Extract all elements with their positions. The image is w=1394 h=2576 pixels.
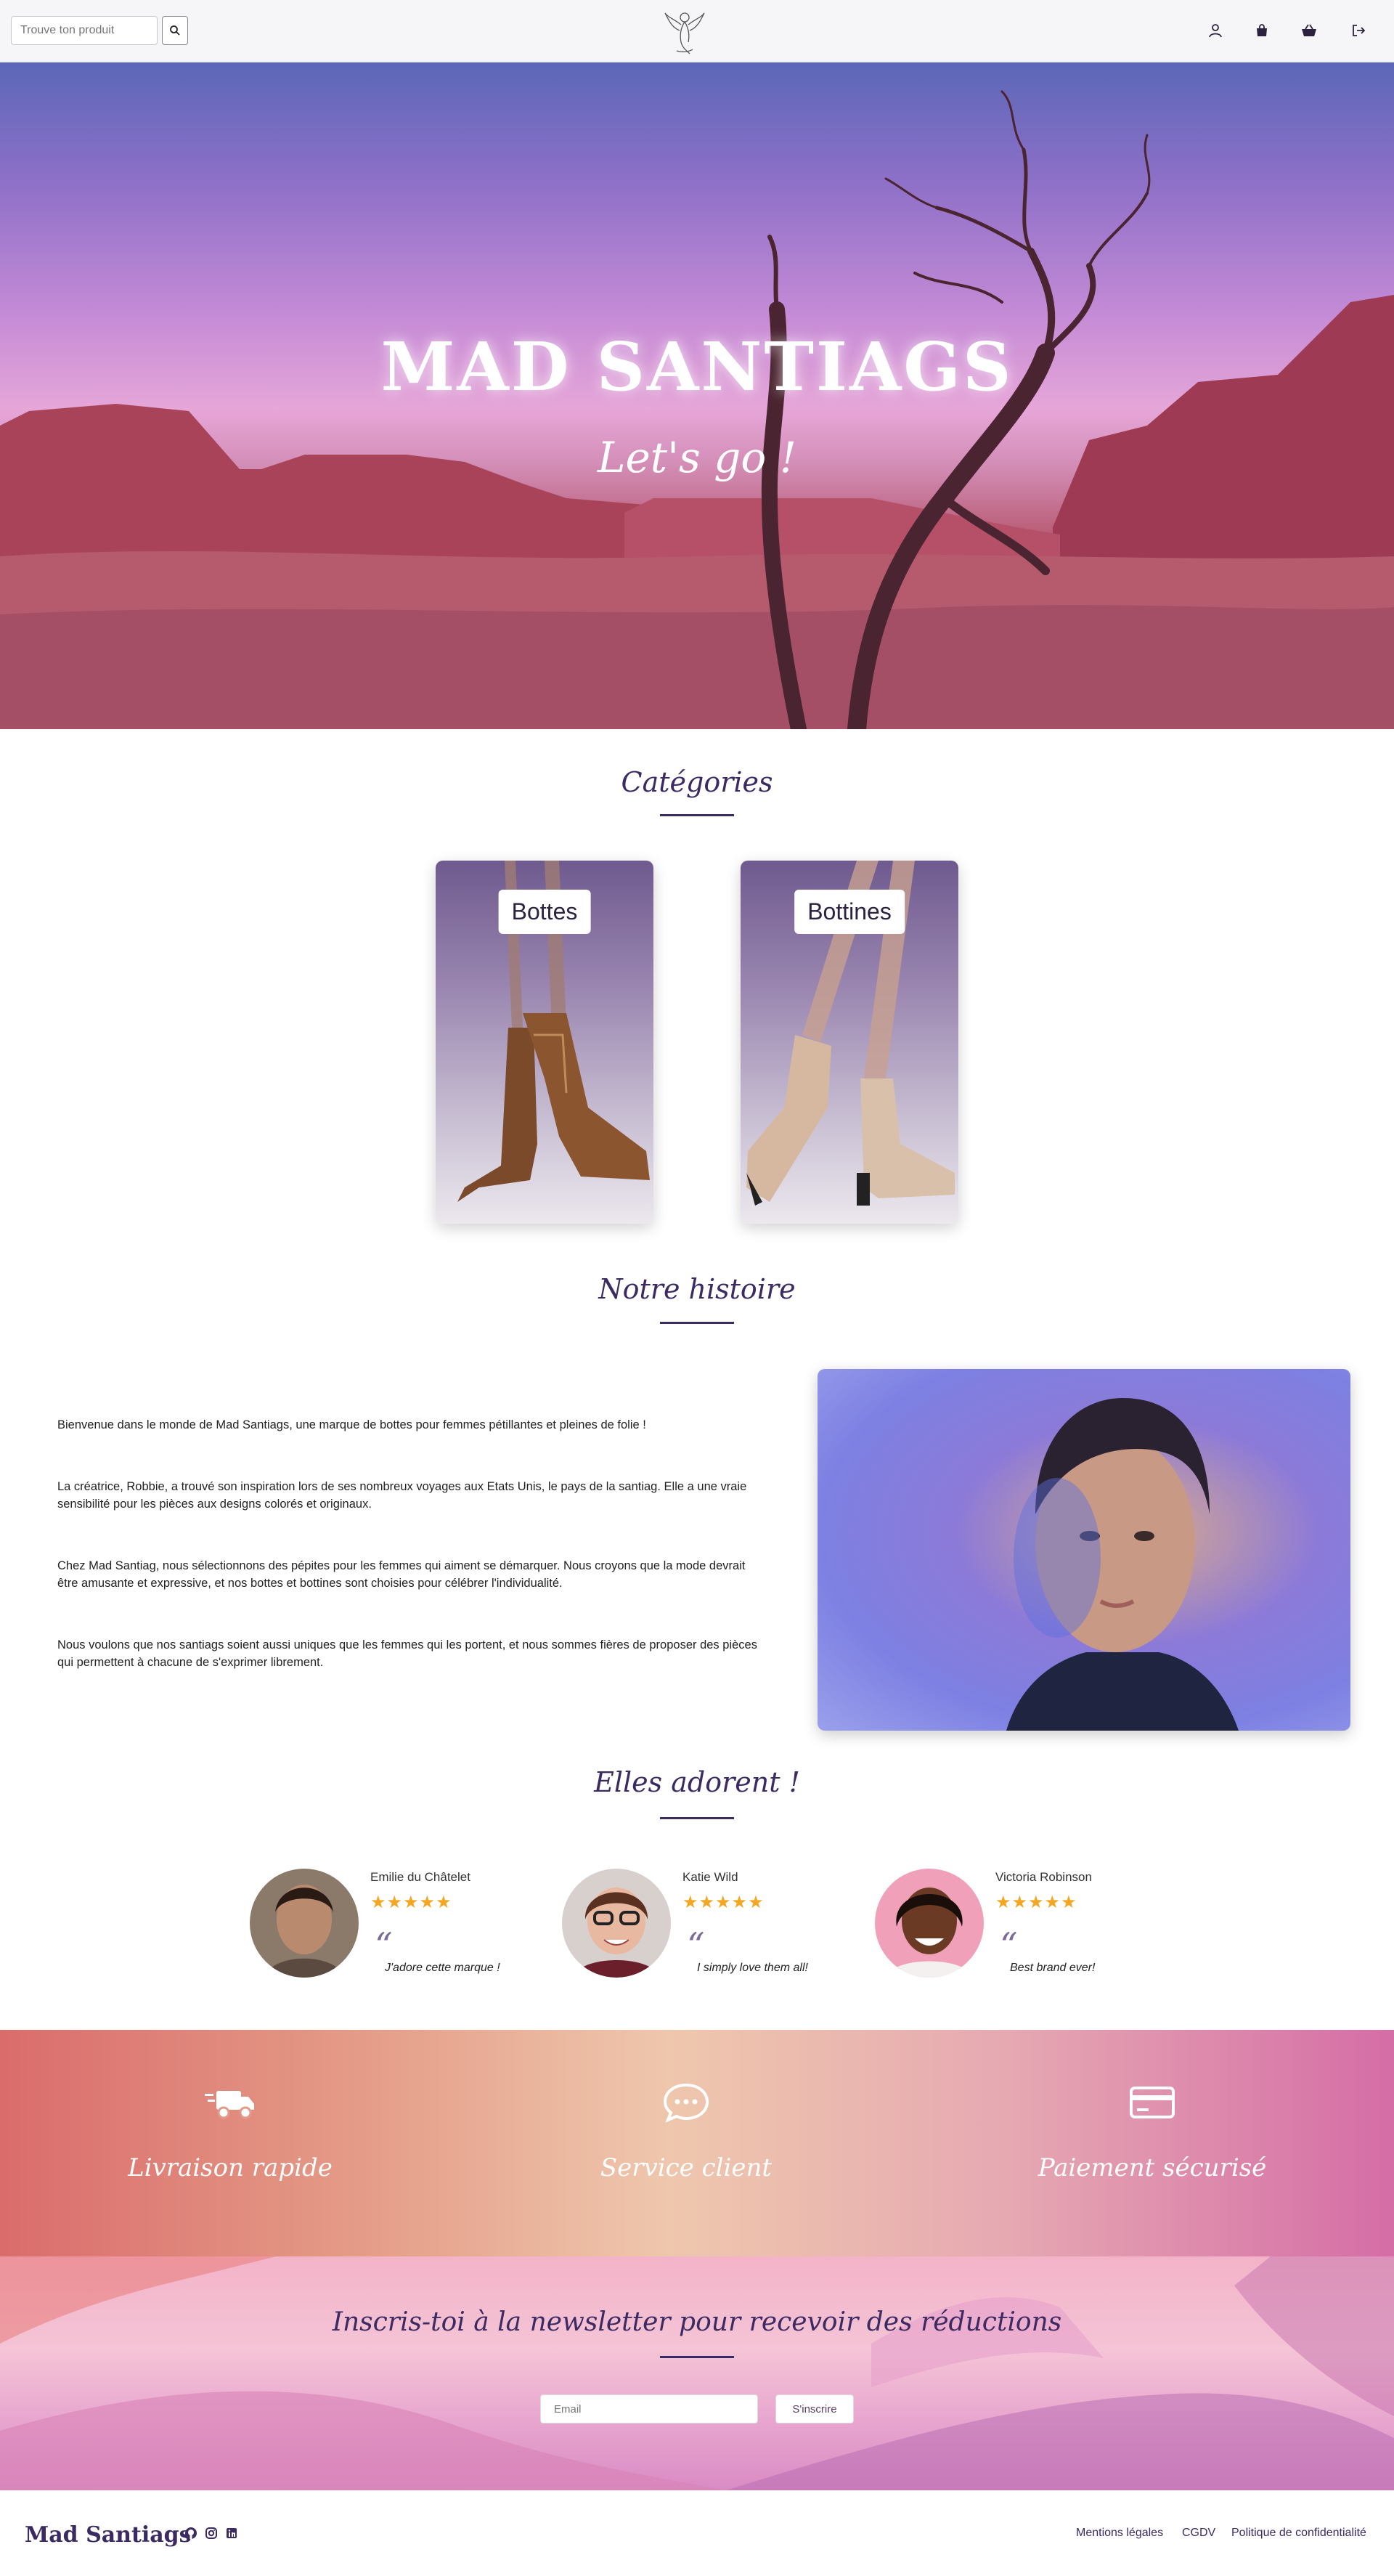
star-rating: ★★★★★ xyxy=(682,1893,765,1912)
features-band: Livraison rapide Service client Paiement… xyxy=(0,2030,1394,2256)
quote-icon: “ xyxy=(1000,1925,1018,1966)
github-icon[interactable] xyxy=(184,2527,197,2540)
feature-customer-service: Service client xyxy=(541,2030,831,2256)
site-footer: Mad Santiags Mentions légales CGDV Polit… xyxy=(0,2490,1394,2576)
review-card: Victoria Robinson ★★★★★ “ Best brand eve… xyxy=(875,1869,1165,1985)
story-paragraph: La créatrice, Robbie, a trouvé son inspi… xyxy=(57,1480,747,1511)
quote-icon: “ xyxy=(687,1925,705,1966)
search-icon xyxy=(170,25,180,36)
hero-title: MAD SANTIAGS xyxy=(380,328,1014,406)
hero-banner: MAD SANTIAGS Let's go ! xyxy=(0,62,1394,729)
title-underline xyxy=(660,814,734,816)
star-rating: ★★★★★ xyxy=(995,1893,1077,1912)
chat-icon xyxy=(663,2083,709,2123)
footer-link-privacy[interactable]: Politique de confidentialité xyxy=(1231,2527,1366,2540)
newsletter-section: Inscris-toi à la newsletter pour recevoi… xyxy=(0,2256,1394,2490)
review-text: I simply love them all! xyxy=(697,1962,808,1974)
categories-title: Catégories xyxy=(621,766,773,798)
bag-icon xyxy=(1257,24,1267,36)
story-title: Notre histoire xyxy=(598,1273,796,1305)
category-card-bottes[interactable]: Bottes xyxy=(436,861,653,1224)
title-underline xyxy=(660,2356,734,2358)
cart-button[interactable] xyxy=(1296,17,1322,44)
feature-label: Paiement sécurisé xyxy=(1038,2153,1267,2182)
account-button[interactable] xyxy=(1202,17,1228,44)
reviewer-name: Victoria Robinson xyxy=(995,1870,1092,1884)
logout-icon xyxy=(1353,25,1366,36)
founder-portrait-image xyxy=(818,1369,1350,1731)
email-field[interactable] xyxy=(540,2394,758,2423)
logout-button[interactable] xyxy=(1345,17,1371,44)
avatar xyxy=(875,1869,984,1978)
orders-button[interactable] xyxy=(1249,17,1275,44)
feature-secure-payment: Paiement sécurisé xyxy=(1007,2030,1297,2256)
footer-link-cgdv[interactable]: CGDV xyxy=(1182,2527,1215,2540)
feature-label: Livraison rapide xyxy=(128,2153,333,2182)
footer-link-legal[interactable]: Mentions légales xyxy=(1076,2527,1163,2540)
avatar xyxy=(250,1869,359,1978)
category-label: Bottes xyxy=(498,890,591,934)
newsletter-title: Inscris-toi à la newsletter pour recevoi… xyxy=(332,2307,1062,2337)
site-header xyxy=(0,0,1394,62)
avatar xyxy=(562,1869,671,1978)
review-text: Best brand ever! xyxy=(1010,1962,1096,1974)
credit-card-icon xyxy=(1130,2087,1175,2118)
linkedin-icon[interactable] xyxy=(225,2527,238,2540)
star-rating: ★★★★★ xyxy=(370,1893,452,1912)
story-paragraph: Bienvenue dans le monde de Mad Santiags,… xyxy=(57,1418,646,1431)
review-card: Katie Wild ★★★★★ “ I simply love them al… xyxy=(562,1869,852,1985)
footer-brand: Mad Santiags xyxy=(25,2522,192,2548)
logo-angel-icon[interactable] xyxy=(659,6,710,57)
search-button[interactable] xyxy=(162,16,188,45)
reviewer-name: Emilie du Châtelet xyxy=(370,1870,470,1884)
reviews-title: Elles adorent ! xyxy=(594,1766,800,1798)
canyon-background-image xyxy=(0,2256,1394,2490)
instagram-icon[interactable] xyxy=(205,2527,218,2540)
story-paragraph: Nous voulons que nos santiags soient aus… xyxy=(57,1638,757,1669)
hero-subtitle: Let's go ! xyxy=(597,433,797,482)
reviewer-name: Katie Wild xyxy=(682,1870,738,1884)
feature-fast-delivery: Livraison rapide xyxy=(85,2030,375,2256)
review-card: Emilie du Châtelet ★★★★★ “ J'adore cette… xyxy=(250,1869,540,1985)
truck-fast-icon xyxy=(205,2091,254,2119)
title-underline xyxy=(660,1817,734,1819)
review-text: J'adore cette marque ! xyxy=(385,1962,500,1974)
category-label: Bottines xyxy=(794,890,905,934)
subscribe-button[interactable]: S'inscrire xyxy=(775,2394,854,2423)
search-input[interactable] xyxy=(11,16,158,45)
feature-label: Service client xyxy=(600,2153,773,2182)
user-icon xyxy=(1209,24,1222,38)
category-card-bottines[interactable]: Bottines xyxy=(741,861,958,1224)
basket-icon xyxy=(1302,24,1316,36)
title-underline xyxy=(660,1322,734,1324)
quote-icon: “ xyxy=(375,1925,393,1966)
story-paragraph: Chez Mad Santiag, nous sélectionnons des… xyxy=(57,1559,746,1590)
